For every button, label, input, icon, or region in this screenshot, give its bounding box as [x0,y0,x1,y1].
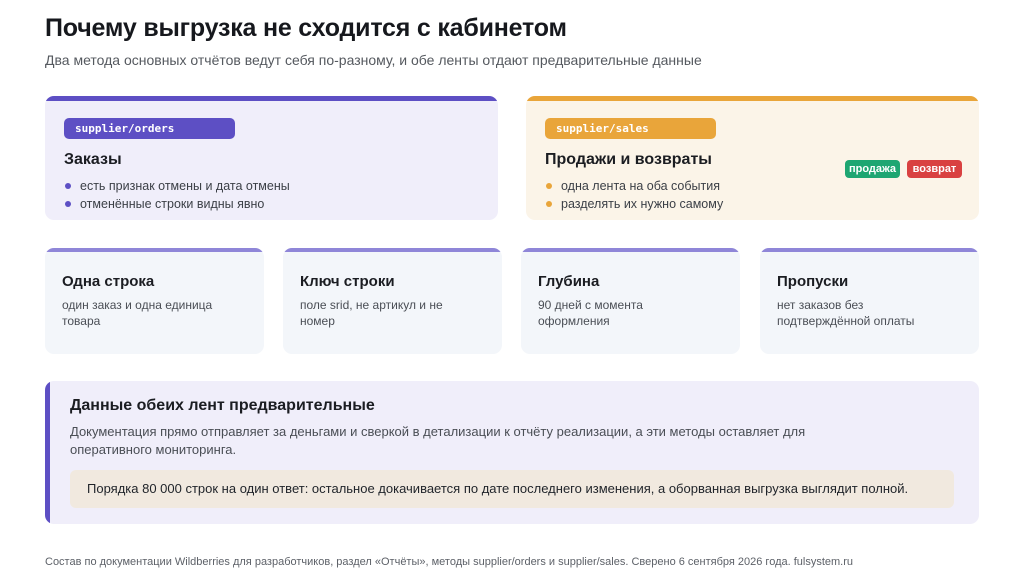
fact-card-key: Ключ строки поле srid, не артикул и не н… [283,248,502,354]
fact-card-title: Глубина [538,273,600,290]
sales-card: supplier/sales Продажи и возвраты продаж… [526,96,979,220]
note-text: Документация прямо отправляет за деньгам… [70,424,806,457]
sales-bullet: разделять их нужно самому [545,195,723,213]
fact-card-text: 90 дней с момента оформления [538,298,643,328]
note-accent-bar [45,381,50,524]
sales-endpoint-tag: supplier/sales [545,118,716,139]
fact-card-bar [521,248,740,252]
fact-card-title: Ключ строки [300,273,395,290]
fact-card-title: Одна строка [62,273,155,290]
fact-card-depth: Глубина 90 дней с момента оформления [521,248,740,354]
fact-card-bar [760,248,979,252]
fact-card-bar [45,248,264,252]
footer-source: Состав по документации Wildberries для р… [45,556,854,568]
sales-card-top-bar [526,96,979,101]
orders-bullet: отменённые строки видны явно [64,195,290,213]
preliminary-data-note: Данные обеих лент предварительные Докуме… [45,381,979,524]
fact-card-row: Одна строка один заказ и одна единица то… [45,248,264,354]
fact-card-gaps: Пропуски нет заказов без подтверждённой … [760,248,979,354]
orders-bullet: есть признак отмены и дата отмены [64,177,290,195]
page-title: Почему выгрузка не сходится с кабинетом [45,14,567,42]
row-limit-callout: Порядка 80 000 строк на один ответ: оста… [70,470,954,508]
fact-card-text: нет заказов без подтверждённой оплаты [777,298,915,328]
return-badge: возврат [907,160,962,178]
orders-card-title: Заказы [64,151,122,168]
sales-card-title: Продажи и возвраты [545,151,712,168]
orders-card-top-bar [45,96,498,101]
page-subtitle: Два метода основных отчётов ведут себя п… [45,52,702,68]
note-title: Данные обеих лент предварительные [70,397,375,414]
sales-bullet: одна лента на оба события [545,177,723,195]
fact-card-bar [283,248,502,252]
orders-endpoint-tag: supplier/orders [64,118,235,139]
fact-card-text: поле srid, не артикул и не номер [300,298,443,328]
sales-bullet-list: одна лента на оба события разделять их н… [545,177,723,213]
orders-card: supplier/orders Заказы есть признак отме… [45,96,498,220]
sale-badge: продажа [845,160,900,178]
orders-bullet-list: есть признак отмены и дата отмены отменё… [64,177,290,213]
fact-card-title: Пропуски [777,273,849,290]
fact-card-text: один заказ и одна единица товара [62,298,213,328]
